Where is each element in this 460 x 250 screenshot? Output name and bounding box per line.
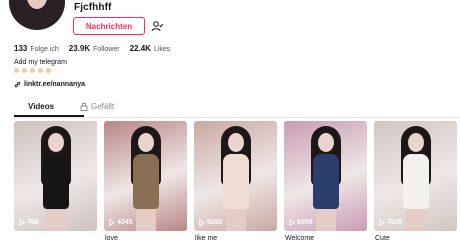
followers-label: Follower [93, 46, 120, 53]
following-label: Folge ich [30, 46, 59, 53]
active-tab-indicator [14, 115, 84, 117]
play-count-value: 9290 [207, 219, 223, 226]
followers-count: 23.9K [68, 44, 91, 53]
play-icon [199, 219, 205, 226]
followers-stat[interactable]: 23.9K Follower [69, 44, 120, 53]
follow-user-icon[interactable] [151, 20, 163, 32]
profile-avatar[interactable] [9, 0, 65, 30]
video-thumbnail[interactable]: 9290 [194, 121, 277, 231]
thumbnail-face [48, 133, 64, 152]
play-icon [289, 219, 295, 226]
video-caption[interactable]: love [105, 235, 187, 242]
likes-count: 22.4K [129, 44, 151, 53]
profile-tabs: Videos Gefällt [14, 100, 460, 118]
video-card[interactable]: 9290 like me [194, 121, 277, 242]
emoji-icon [30, 68, 35, 73]
link-icon [14, 81, 21, 88]
thumbnail-face [138, 133, 154, 152]
thumbnail-outfit [223, 154, 249, 209]
video-play-count: 9290 [199, 219, 223, 226]
play-count-value: 8059 [297, 219, 313, 226]
video-caption[interactable]: Cute [375, 235, 457, 242]
video-thumbnail[interactable]: 7638 [374, 121, 457, 231]
thumbnail-face [408, 133, 424, 152]
video-play-count: 4045 [109, 219, 133, 226]
thumbnail-outfit [43, 154, 69, 209]
message-button[interactable]: Nachrichten [73, 17, 145, 35]
video-play-count: 7638 [379, 219, 403, 226]
profile-username: Fjcfhhff [74, 2, 112, 13]
emoji-icon [38, 68, 43, 73]
thumbnail-outfit [133, 154, 159, 209]
thumbnail-legs [406, 207, 426, 231]
video-caption[interactable]: Welcome [285, 235, 367, 242]
profile-link[interactable]: linktr.ee/nannanya [14, 81, 85, 88]
video-thumbnail[interactable]: 766 [14, 121, 97, 231]
tab-liked[interactable]: Gefällt [80, 102, 114, 111]
thumbnail-face [228, 133, 244, 152]
video-play-count: 8059 [289, 219, 313, 226]
tab-videos[interactable]: Videos [28, 102, 54, 111]
thumbnail-outfit [403, 154, 429, 209]
profile-link-text[interactable]: linktr.ee/nannanya [24, 81, 85, 88]
thumbnail-face [318, 133, 334, 152]
play-icon [379, 219, 385, 226]
video-card[interactable]: 7638 Cute [374, 121, 457, 242]
thumbnail-legs [136, 207, 156, 231]
thumbnail-legs [226, 207, 246, 231]
play-icon [109, 219, 115, 226]
following-stat[interactable]: 133 Folge ich [14, 44, 59, 53]
thumbnail-legs [46, 207, 66, 231]
bio-emojis [14, 68, 54, 73]
play-icon [19, 219, 25, 226]
video-thumbnail[interactable]: 4045 [104, 121, 187, 231]
video-card[interactable]: 8059 Welcome [284, 121, 367, 242]
likes-stat: 22.4K Likes [130, 44, 171, 53]
play-count-value: 4045 [117, 219, 133, 226]
emoji-icon [22, 68, 27, 73]
video-thumbnail[interactable]: 8059 [284, 121, 367, 231]
lock-icon [80, 102, 88, 111]
thumbnail-outfit [313, 154, 339, 209]
emoji-icon [14, 68, 19, 73]
video-card[interactable]: 4045 love [104, 121, 187, 242]
video-card[interactable]: 766 [14, 121, 97, 235]
emoji-icon [46, 68, 51, 73]
tab-liked-label: Gefällt [91, 102, 115, 111]
thumbnail-legs [316, 207, 336, 231]
following-count: 133 [14, 44, 28, 53]
video-caption[interactable]: like me [195, 235, 277, 242]
likes-label: Likes [153, 46, 171, 53]
profile-stats: 133 Folge ich 23.9K Follower 22.4K Likes [14, 44, 180, 53]
play-count-value: 766 [27, 219, 39, 226]
play-count-value: 7638 [387, 219, 403, 226]
video-play-count: 766 [19, 219, 39, 226]
profile-bio: Add my telegram [14, 59, 67, 66]
